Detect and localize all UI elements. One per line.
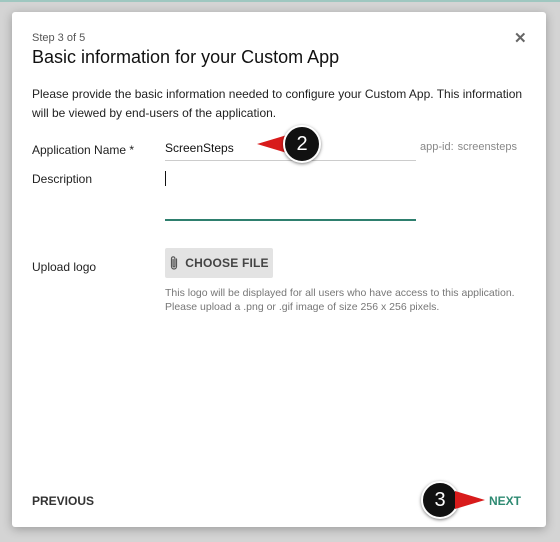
close-icon[interactable]: ✕: [514, 31, 527, 46]
upload-logo-label: Upload logo: [32, 260, 97, 274]
window-top-edge: [0, 0, 560, 2]
logo-help-line-2: Please upload a .png or .gif image of si…: [165, 301, 440, 313]
callout-step-2: 2: [257, 125, 321, 163]
choose-file-button[interactable]: CHOOSE FILE: [165, 248, 273, 278]
previous-button[interactable]: PREVIOUS: [32, 494, 94, 508]
callout-number-badge: 3: [421, 481, 459, 519]
application-name-label: Application Name *: [32, 143, 135, 157]
dialog-title: Basic information for your Custom App: [32, 47, 340, 67]
text-caret: [165, 171, 166, 186]
custom-app-dialog: Step 3 of 5 Basic information for your C…: [12, 12, 546, 527]
logo-help-text: This logo will be displayed for all user…: [165, 286, 525, 314]
callout-number-badge: 2: [283, 125, 321, 163]
app-id-hint: app-id: screensteps: [420, 141, 517, 153]
app-id-prefix: app-id:: [420, 141, 454, 153]
description-label: Description: [32, 172, 93, 186]
right-arrow-icon: [455, 491, 485, 509]
app-id-value: screensteps: [457, 141, 517, 153]
dialog-description: Please provide the basic information nee…: [32, 87, 523, 120]
choose-file-label: CHOOSE FILE: [185, 256, 269, 270]
step-indicator: Step 3 of 5: [32, 32, 86, 44]
logo-help-line-1: This logo will be displayed for all user…: [165, 287, 515, 299]
description-input[interactable]: [165, 167, 416, 221]
callout-step-3: 3: [421, 481, 485, 519]
paperclip-icon: [171, 256, 178, 270]
next-button[interactable]: NEXT: [489, 494, 521, 508]
